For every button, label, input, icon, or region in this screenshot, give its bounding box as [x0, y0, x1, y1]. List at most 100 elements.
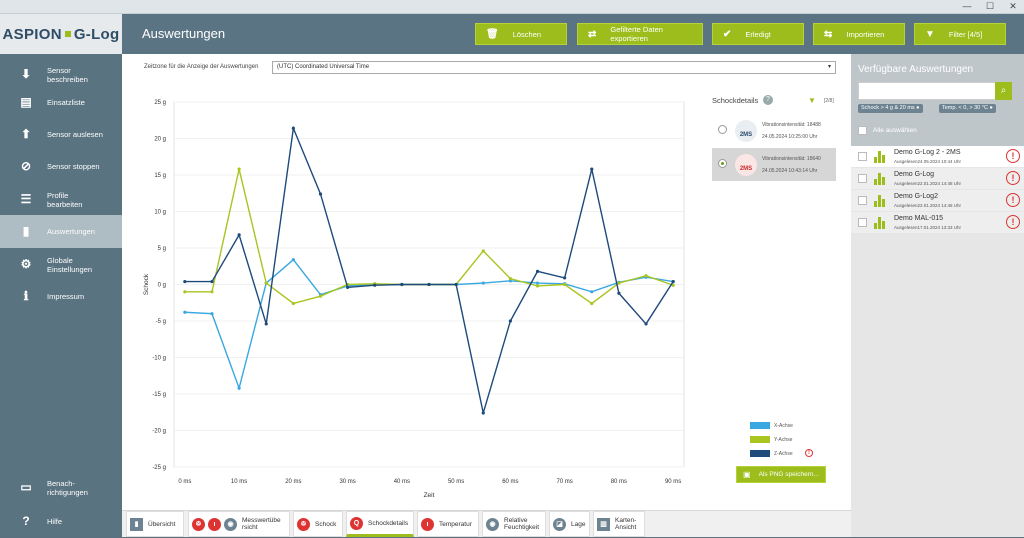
right-panel-title: Verfügbare Auswertungen: [858, 64, 974, 75]
delete-button[interactable]: 🗑 Löschen: [475, 23, 567, 45]
done-button[interactable]: ✔ Erledigt: [712, 23, 804, 45]
upload-icon: ⬆: [20, 127, 32, 141]
humidity-icon: ◉: [486, 517, 499, 531]
checkbox[interactable]: [858, 174, 867, 183]
data-point: [563, 276, 567, 280]
sidebar-item-profile-bearbeiten[interactable]: ☰ Profile bearbeiten: [0, 183, 122, 216]
checkbox[interactable]: [858, 196, 867, 205]
checkbox[interactable]: [858, 126, 867, 135]
x-axis-label: Zeit: [424, 492, 435, 499]
import-button[interactable]: ⇆ Importieren: [813, 23, 905, 45]
data-point: [183, 290, 187, 294]
app-logo: ASPION G-Log: [0, 14, 122, 54]
data-point: [210, 290, 214, 294]
timezone-select[interactable]: (UTC) Coordinated Universal Time ▾: [272, 61, 836, 74]
filter-chip-shock[interactable]: Schock > 4 g & 20 ms ●: [858, 104, 923, 113]
alert-icon: !: [1006, 215, 1020, 229]
x-tick-label: 60 ms: [502, 479, 518, 485]
shock-item-selected[interactable]: 2MS Vibrationsintensität: 18640 24.05.20…: [712, 148, 836, 181]
device-item[interactable]: Demo G-Log Ausgelesen22.01.2024 14:48 Uh…: [851, 168, 1024, 189]
x-tick-label: 90 ms: [665, 479, 681, 485]
device-item[interactable]: Demo MAL-015 Ausgelesen17.01.2024 13:33 …: [851, 212, 1024, 233]
x-tick-label: 70 ms: [556, 479, 572, 485]
shock-count: [2/8]: [824, 98, 834, 104]
data-point: [237, 167, 241, 171]
tab-lage[interactable]: ◪ Lage: [549, 511, 590, 537]
data-point: [671, 279, 675, 284]
data-point: [590, 301, 594, 306]
image-icon: ▣: [743, 470, 751, 479]
sidebar-item-benachrichtigungen[interactable]: ▭ Benach- richtigungen: [0, 471, 122, 504]
close-icon[interactable]: ✕: [1006, 1, 1020, 12]
maximize-icon[interactable]: ☐: [983, 1, 997, 12]
tab-temperatur[interactable]: ı Temperatur: [417, 511, 479, 537]
shock-item[interactable]: 2MS Vibrationsintensität: 18488 24.05.20…: [712, 114, 836, 147]
shock-icon: ꔮ: [192, 517, 205, 531]
checkbox[interactable]: [858, 218, 867, 227]
sidebar-item-auswertungen[interactable]: ▮ Auswertungen: [0, 215, 122, 248]
y-tick-label: 15 g: [154, 173, 166, 179]
select-all[interactable]: Alle auswählen: [858, 126, 917, 135]
sidebar-item-einsatzliste[interactable]: ▤ Einsatzliste: [0, 86, 122, 119]
sidebar-item-sensor-auslesen[interactable]: ⬆ Sensor auslesen: [0, 118, 122, 151]
tab-messwertuebersicht[interactable]: ꔮ ı ◉ Messwertübe rsicht: [188, 511, 290, 537]
device-2ms-icon: 2MS: [735, 120, 757, 142]
sidebar-item-hilfe[interactable]: ? Hilfe: [0, 505, 122, 538]
data-point: [264, 281, 268, 285]
filter-icon: ▼: [925, 28, 935, 40]
x-tick-label: 0 ms: [178, 479, 191, 485]
legend-swatch: [750, 436, 770, 443]
logo-text-glog: G-Log: [73, 25, 120, 43]
legend-z-axis: Z-Achse!: [750, 449, 840, 459]
device-item[interactable]: Demo G-Log 2 - 2MS Ausgelesen24.05.2024 …: [851, 146, 1024, 167]
radio-button-selected[interactable]: [718, 159, 727, 168]
warning-icon: !: [805, 449, 813, 457]
save-png-button[interactable]: ▣ Als PNG speichern...: [736, 466, 826, 483]
filter-chip-temp[interactable]: Temp. < 0, > 30 °C ●: [939, 104, 996, 113]
bottom-tabs: ▮ Übersicht ꔮ ı ◉ Messwertübe rsicht ꔮ Schock…: [122, 510, 851, 537]
data-point: [590, 167, 594, 171]
export-filtered-button[interactable]: ⇄ Gefilterte Daten exportieren: [577, 23, 703, 45]
data-point: [535, 281, 540, 285]
check-icon: ✔: [723, 28, 732, 40]
radio-button[interactable]: [718, 125, 727, 134]
filter-button[interactable]: ▼ Filter [4/5]: [914, 23, 1006, 45]
filter-icon[interactable]: ▼: [808, 96, 816, 105]
data-point: [210, 279, 214, 284]
page-title: Auswertungen: [142, 26, 226, 41]
data-point: [318, 192, 323, 196]
thermometer-icon: ı: [421, 517, 434, 531]
data-point: [481, 249, 485, 253]
data-point: [291, 301, 295, 306]
sidebar-item-globale-einstellungen[interactable]: ⚙ Globale Einstellungen: [0, 248, 122, 281]
minimize-icon[interactable]: —: [960, 1, 974, 12]
tab-schock[interactable]: ꔮ Schock: [293, 511, 343, 537]
download-icon: ⬇: [20, 67, 32, 81]
shock-chart: 25 g 20 g 15 g 10 g 5 g 0 g -5 g -10 g -15 g -20 …: [143, 100, 685, 499]
shock-details-panel: Schockdetails ? ▼ [2/8] 2MS Vibrationsin…: [712, 94, 838, 494]
document-icon: ▤: [20, 95, 32, 109]
alert-icon: !: [1006, 193, 1020, 207]
sidebar-item-sensor-stoppen[interactable]: ⊘ Sensor stoppen: [0, 150, 122, 183]
shock-details-title: Schockdetails: [712, 96, 759, 105]
data-point: [481, 281, 485, 285]
tab-uebersicht[interactable]: ▮ Übersicht: [126, 511, 184, 537]
trash-icon: 🗑: [486, 28, 499, 40]
search-button[interactable]: ⌕: [995, 82, 1012, 100]
chevron-down-icon: ▾: [827, 64, 831, 70]
tab-karten-ansicht[interactable]: ▥ Karten- Ansicht: [593, 511, 645, 537]
checkbox[interactable]: [858, 152, 867, 161]
search-icon: ⌕: [1000, 85, 1007, 96]
export-icon: ⇄: [588, 28, 597, 40]
help-icon[interactable]: ?: [763, 95, 773, 105]
stop-icon: ⊘: [20, 159, 32, 173]
tab-relative-feuchtigkeit[interactable]: ◉ Relative Feuchtigkeit: [482, 511, 546, 537]
main-panel: Zeitzone für die Anzeige der Auswertunge…: [122, 54, 851, 510]
bar-chart-icon: [874, 173, 886, 185]
search-input[interactable]: [858, 82, 1005, 100]
device-item[interactable]: Demo G-Log2 Ausgelesen22.01.2024 14:48 U…: [851, 190, 1024, 211]
sidebar-item-impressum[interactable]: ℹ Impressum: [0, 280, 122, 313]
data-point: [427, 282, 431, 287]
tab-schockdetails[interactable]: Q Schockdetails: [346, 511, 414, 537]
data-point: [318, 294, 323, 298]
